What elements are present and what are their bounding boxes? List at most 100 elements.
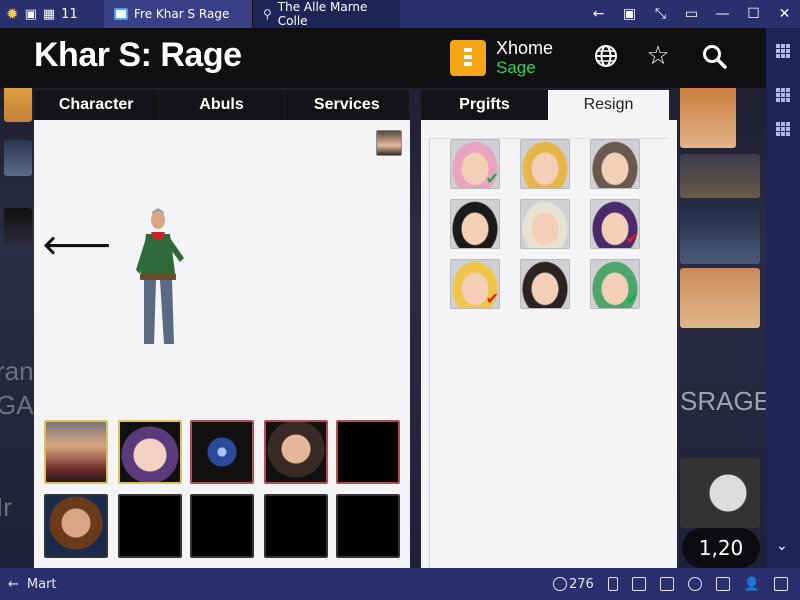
bg-character-thumb [680,84,736,148]
tab-resign[interactable]: Resign [548,90,669,120]
restore-icon[interactable]: ▭ [676,0,707,28]
left-arrow-icon[interactable]: 🡐 [42,230,112,261]
maximize-icon[interactable]: ▣ [614,0,645,28]
profile-status: Sage [496,58,536,77]
grid-small-icon[interactable]: ▦ [43,7,55,22]
back-arrow-icon: ← [8,576,19,592]
os-title-bar: ✹ ▣ ▦ 11 Fre Khar S Rage ⚲ The Alle Marn… [0,0,800,28]
character-preview-thumb[interactable] [376,130,402,156]
bg-right-text: SRAGE [680,386,766,416]
roster-panel: ✔ ✔ ✔ ✔ [421,120,677,568]
roster-face[interactable] [520,199,570,249]
tab-1-label: Fre Khar S Rage [134,7,230,21]
check-icon: ✔ [625,289,639,308]
roster-face[interactable] [590,139,640,189]
chat-icon[interactable] [715,577,730,591]
window-controls: ← ▣ ⤡ ▭ — ☐ ✕ [583,0,800,28]
more-icon[interactable] [774,577,788,591]
bg-left-text: ran GA Ir [0,354,34,524]
location-icon[interactable] [687,577,702,591]
bg-text-line: Ir [0,492,12,522]
counter-group[interactable]: 276 [552,576,594,592]
bg-character-thumb [680,458,760,528]
character-slot-8[interactable] [190,494,254,558]
character-slot-10[interactable] [336,494,400,558]
minimize-icon[interactable]: — [707,0,738,28]
bg-text-line [0,422,34,490]
roster-face[interactable]: ✔ [590,199,640,249]
roster-face[interactable]: ✔ [450,139,500,189]
apps-grid-icon[interactable] [776,44,790,58]
check-icon: ✔ [485,289,499,308]
tab-services[interactable]: Services [285,90,410,120]
character-slot-2[interactable] [118,420,182,484]
window-icon[interactable] [659,577,674,591]
close-icon[interactable]: ✕ [769,0,800,28]
side-toolbar: ⌄ [766,28,800,568]
keyboard-icon[interactable] [631,577,646,591]
character-slot-3[interactable] [190,420,254,484]
character-slot-5[interactable] [336,420,400,484]
bg-character-thumb [4,86,32,122]
right-tab-bar: Prgifts Resign [421,90,669,120]
window-icon[interactable]: ☐ [738,0,769,28]
tab-prgifts[interactable]: Prgifts [421,90,548,120]
apps-grid-icon[interactable] [776,122,790,136]
phone-icon[interactable] [607,577,618,591]
bg-text-line: ran [0,356,34,386]
character-panel: 🡐 [34,120,410,568]
counter-badge: 1,20 [682,528,760,568]
search-icon[interactable] [700,42,728,70]
back-label: Mart [26,576,57,592]
coin-icon [552,577,567,591]
roster-face[interactable]: ✔ [450,259,500,309]
globe-icon[interactable] [592,42,620,70]
character-slot-4[interactable] [264,420,328,484]
os-left-group: ✹ ▣ ▦ 11 [0,0,104,28]
roster-face[interactable] [450,199,500,249]
bg-character-thumb [680,154,760,198]
user-icon[interactable]: 👤 [744,577,760,592]
sun-icon[interactable]: ✹ [6,5,19,23]
count-text: 276 [568,576,594,592]
browser-tab-2[interactable]: ⚲ The Alle Marne Colle [252,0,400,28]
tab-character[interactable]: Character [34,90,160,120]
profile-badge[interactable]: Xhome Sage [450,38,553,78]
roster-face[interactable] [520,139,570,189]
bg-character-thumb [4,208,32,244]
bg-character-thumb [680,204,760,264]
roster-grid: ✔ ✔ ✔ ✔ [429,138,669,568]
character-slot-9[interactable] [264,494,328,558]
profile-icon [450,40,486,76]
bg-character-thumb [680,268,760,328]
bg-text-line: GA [0,390,34,420]
star-icon[interactable]: ☆ [644,41,672,71]
game-header: Khar S: Rage Xhome Sage ☆ [0,28,766,88]
resize-icon[interactable]: ⤡ [645,0,676,28]
character-slot-1[interactable] [44,420,108,484]
roster-face[interactable] [520,259,570,309]
character-slot-7[interactable] [118,494,182,558]
apps-grid-icon[interactable] [776,88,790,102]
roster-face[interactable]: ✔ [590,259,640,309]
bottom-bar: ← Mart 276 👤 [0,568,800,600]
character-figure [136,208,184,344]
profile-name: Xhome [496,38,554,58]
tab-2-label: The Alle Marne Colle [277,0,368,28]
tab-app-icon [114,8,128,20]
browser-tab-1[interactable]: Fre Khar S Rage [104,0,252,28]
check-icon: ✔ [485,169,499,188]
chevron-down-icon[interactable]: ⌄ [776,538,788,554]
clock-text: 11 [61,6,78,22]
back-arrow-icon[interactable]: ← [583,0,614,28]
tab-abuls[interactable]: Abuls [159,90,285,120]
profile-text: Xhome Sage [496,38,553,78]
character-slot-6[interactable] [44,494,108,558]
calendar-icon[interactable]: ▣ [25,7,37,22]
bottom-tools: 276 👤 [552,576,800,592]
pin-icon: ⚲ [263,7,272,21]
back-nav[interactable]: ← Mart [0,577,200,592]
left-tab-bar: Character Abuls Services [34,90,410,120]
bg-character-thumb [4,140,32,176]
game-viewport: ran GA Ir SRAGE Khar S: Rage Xhome Sage … [0,28,766,568]
